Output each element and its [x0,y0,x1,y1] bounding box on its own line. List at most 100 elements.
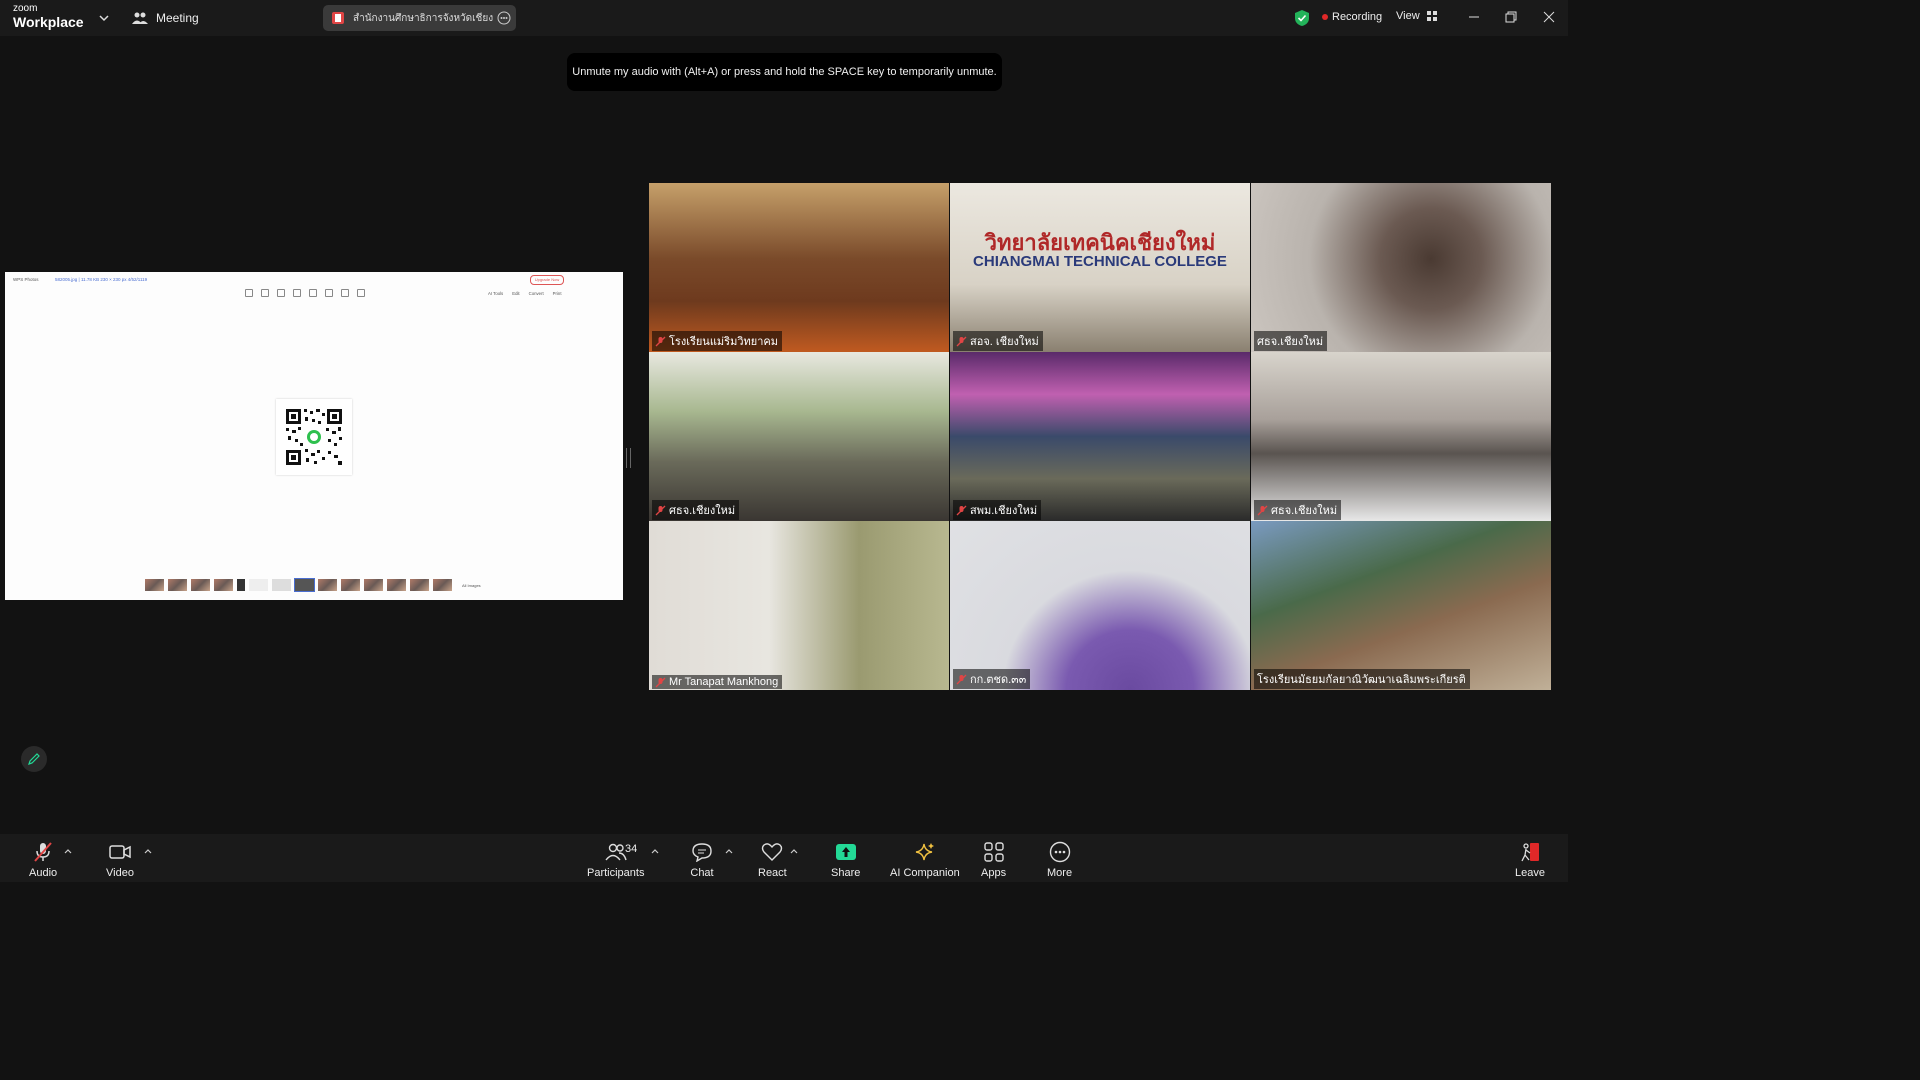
video-options-chevron-icon[interactable] [144,848,152,854]
meeting-label: Meeting [156,11,199,25]
thumbnail[interactable] [410,579,429,591]
participant-name: ศธจ.เชียงใหม่ [669,505,736,517]
video-button[interactable]: Video [106,841,134,879]
video-label: Video [106,867,134,879]
chat-button[interactable]: Chat [690,841,714,879]
mic-muted-icon [956,336,967,346]
share-screen-icon [332,12,344,24]
thumbnail[interactable] [145,579,164,591]
chat-label: Chat [690,867,714,879]
close-icon[interactable] [1542,10,1556,24]
logo-workplace-text: Workplace [13,14,84,30]
participants-count: 34 [625,843,638,855]
annotate-button[interactable] [21,746,47,772]
thumbnail[interactable] [272,579,291,591]
rotate-icon[interactable] [309,289,317,297]
shared-image-tools [245,289,365,297]
thumbnail[interactable] [341,579,360,591]
thumbnail[interactable] [214,579,233,591]
recording-label: Recording [1332,11,1383,23]
mic-muted-icon [34,842,52,862]
thumbnail[interactable] [433,579,452,591]
video-tile[interactable]: ศธจ.เชียงใหม่ [649,352,949,521]
heart-icon [762,843,783,861]
encryption-shield-icon[interactable] [1294,9,1310,27]
thumbnail[interactable] [318,579,337,591]
more-button[interactable]: More [1047,841,1072,879]
participant-name-tag: ศธจ.เชียงใหม่ [1254,500,1342,520]
crop-icon[interactable] [261,289,269,297]
shared-screen[interactable]: WPS Photos 582005.jpg | 11.78 KB 230 × 2… [5,272,623,600]
react-options-chevron-icon[interactable] [790,848,798,854]
video-feed [1251,521,1551,690]
video-tile[interactable]: วิทยาลัยเทคนิคเชียงใหม่ CHIANGMAI TECHNI… [950,183,1250,352]
thumbnail[interactable] [237,579,245,591]
print-button[interactable]: Print [553,291,562,296]
apps-button[interactable]: Apps [981,841,1006,879]
participant-name-tag: ศธจ.เชียงใหม่ [1254,331,1328,351]
ai-tools-button[interactable]: AI Tools [488,291,503,296]
participants-options-chevron-icon[interactable] [651,848,659,854]
video-tile[interactable]: ศธจ.เชียงใหม่ [1251,183,1551,352]
audio-options-chevron-icon[interactable] [64,848,72,854]
edit-button[interactable]: Edit [512,291,519,296]
audio-button[interactable]: Audio [29,841,57,879]
thumbnail[interactable] [387,579,406,591]
recording-dot-icon [1322,14,1328,20]
chat-options-chevron-icon[interactable] [725,848,733,854]
share-button[interactable]: Share [831,841,860,879]
mic-muted-icon [956,674,967,684]
thumbnail[interactable] [364,579,383,591]
copy-icon[interactable] [341,289,349,297]
thumbnail-selected[interactable] [294,578,315,592]
thumbnail[interactable] [191,579,210,591]
video-feed [649,183,949,352]
participant-name: Mr Tanapat Mankhong [669,676,779,688]
thumbnail[interactable] [249,579,268,591]
share-icon[interactable] [325,289,333,297]
resize-handle[interactable] [626,448,631,468]
participant-name: โรงเรียนแม่ริมวิทยาคม [669,336,778,348]
share-title: สำนักงานศึกษาธิการจังหวัดเชียงใหม่'s s [353,12,493,24]
screen-share-indicator[interactable]: สำนักงานศึกษาธิการจังหวัดเชียงใหม่'s s [323,5,516,31]
participant-name: สพม.เชียงใหม่ [970,505,1038,517]
react-label: React [758,867,787,879]
video-feed [950,521,1250,690]
video-tile[interactable]: โรงเรียนแม่ริมวิทยาคม [649,183,949,352]
college-sign-english: CHIANGMAI TECHNICAL COLLEGE [973,253,1227,270]
participant-name-tag: Mr Tanapat Mankhong [652,675,783,689]
participant-name: กก.ตชด.๓๓ [970,674,1027,686]
title-bar: zoom Workplace Meeting สำนักงานศึกษาธิกา… [0,0,1568,36]
leave-button[interactable]: Leave [1515,841,1545,879]
video-tile-active-speaker[interactable]: โรงเรียนมัธยมกัลยาณิวัฒนาเฉลิมพระเกียรติ [1251,521,1551,690]
more-options-icon[interactable] [497,11,511,25]
video-tile[interactable]: สพม.เชียงใหม่ [950,352,1250,521]
video-tile[interactable]: กก.ตชด.๓๓ [950,521,1250,690]
thumbnail[interactable] [168,579,187,591]
video-tile[interactable]: Mr Tanapat Mankhong [649,521,949,690]
video-feed [1251,352,1551,521]
meeting-button[interactable]: Meeting [132,9,199,27]
view-button[interactable]: View [1396,10,1437,22]
mic-muted-icon [1257,505,1268,515]
zoom-out-icon[interactable] [293,289,301,297]
fit-icon[interactable] [245,289,253,297]
ai-companion-button[interactable]: AI Companion [890,841,960,879]
qr-code-icon [286,409,342,465]
chevron-down-icon[interactable] [98,12,110,24]
convert-button[interactable]: Convert [529,291,544,296]
restore-icon[interactable] [1504,10,1518,24]
all-images-link[interactable]: All Images [462,583,481,588]
zoom-in-icon[interactable] [277,289,285,297]
recording-indicator[interactable]: Recording [1322,11,1382,23]
video-tile[interactable]: ศธจ.เชียงใหม่ [1251,352,1551,521]
delete-icon[interactable] [357,289,365,297]
participant-name-tag: โรงเรียนแม่ริมวิทยาคม [652,331,782,351]
upgrade-now-button[interactable]: Upgrade Now [530,275,564,285]
minimize-icon[interactable] [1467,10,1481,24]
shared-app-titlebar: WPS Photos 582005.jpg | 11.78 KB 230 × 2… [5,272,623,286]
zoom-workplace-logo[interactable]: zoom Workplace [13,4,84,30]
pencil-icon [28,753,40,765]
react-button[interactable]: React [758,841,787,879]
participant-name: ศธจ.เชียงใหม่ [1271,505,1338,517]
